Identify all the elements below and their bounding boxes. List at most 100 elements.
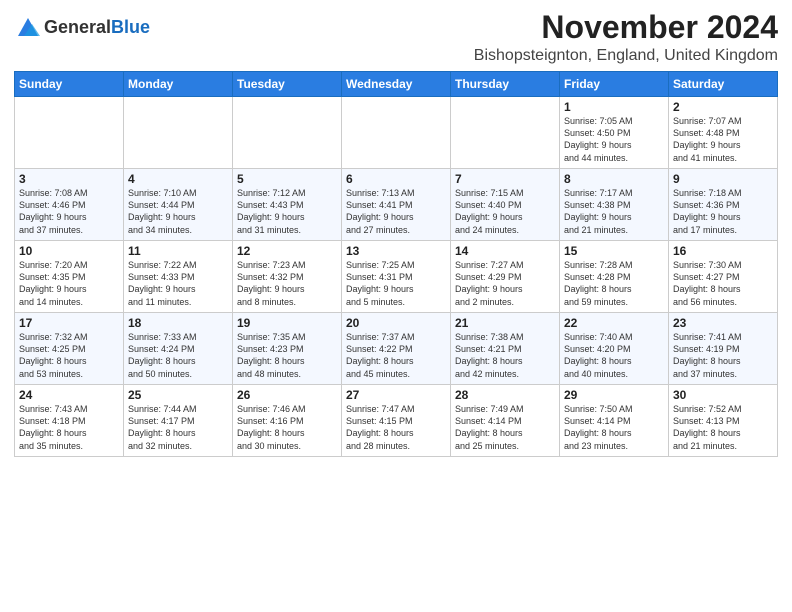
day-info: Sunrise: 7:20 AM Sunset: 4:35 PM Dayligh… [19, 259, 119, 308]
location-title: Bishopsteignton, England, United Kingdom [474, 47, 778, 65]
day-info: Sunrise: 7:25 AM Sunset: 4:31 PM Dayligh… [346, 259, 446, 308]
table-row: 2Sunrise: 7:07 AM Sunset: 4:48 PM Daylig… [669, 97, 778, 169]
day-info: Sunrise: 7:12 AM Sunset: 4:43 PM Dayligh… [237, 187, 337, 236]
day-info: Sunrise: 7:46 AM Sunset: 4:16 PM Dayligh… [237, 403, 337, 452]
day-number: 1 [564, 100, 664, 114]
title-area: November 2024 Bishopsteignton, England, … [474, 10, 778, 65]
table-row: 17Sunrise: 7:32 AM Sunset: 4:25 PM Dayli… [15, 313, 124, 385]
day-info: Sunrise: 7:47 AM Sunset: 4:15 PM Dayligh… [346, 403, 446, 452]
day-info: Sunrise: 7:50 AM Sunset: 4:14 PM Dayligh… [564, 403, 664, 452]
day-number: 19 [237, 316, 337, 330]
calendar-week-row: 1Sunrise: 7:05 AM Sunset: 4:50 PM Daylig… [15, 97, 778, 169]
day-number: 15 [564, 244, 664, 258]
table-row: 3Sunrise: 7:08 AM Sunset: 4:46 PM Daylig… [15, 169, 124, 241]
table-row [124, 97, 233, 169]
day-number: 16 [673, 244, 773, 258]
day-info: Sunrise: 7:13 AM Sunset: 4:41 PM Dayligh… [346, 187, 446, 236]
table-row: 20Sunrise: 7:37 AM Sunset: 4:22 PM Dayli… [342, 313, 451, 385]
day-info: Sunrise: 7:28 AM Sunset: 4:28 PM Dayligh… [564, 259, 664, 308]
day-number: 6 [346, 172, 446, 186]
table-row: 1Sunrise: 7:05 AM Sunset: 4:50 PM Daylig… [560, 97, 669, 169]
day-number: 3 [19, 172, 119, 186]
day-info: Sunrise: 7:49 AM Sunset: 4:14 PM Dayligh… [455, 403, 555, 452]
day-number: 7 [455, 172, 555, 186]
day-number: 26 [237, 388, 337, 402]
header-monday: Monday [124, 72, 233, 97]
header-sunday: Sunday [15, 72, 124, 97]
table-row: 24Sunrise: 7:43 AM Sunset: 4:18 PM Dayli… [15, 385, 124, 457]
day-info: Sunrise: 7:32 AM Sunset: 4:25 PM Dayligh… [19, 331, 119, 380]
logo-text: GeneralBlue [44, 18, 150, 38]
table-row: 6Sunrise: 7:13 AM Sunset: 4:41 PM Daylig… [342, 169, 451, 241]
table-row: 13Sunrise: 7:25 AM Sunset: 4:31 PM Dayli… [342, 241, 451, 313]
header-friday: Friday [560, 72, 669, 97]
day-number: 9 [673, 172, 773, 186]
table-row: 19Sunrise: 7:35 AM Sunset: 4:23 PM Dayli… [233, 313, 342, 385]
header-row: GeneralBlue November 2024 Bishopsteignto… [14, 10, 778, 65]
table-row: 14Sunrise: 7:27 AM Sunset: 4:29 PM Dayli… [451, 241, 560, 313]
table-row: 8Sunrise: 7:17 AM Sunset: 4:38 PM Daylig… [560, 169, 669, 241]
calendar-table: Sunday Monday Tuesday Wednesday Thursday… [14, 71, 778, 457]
day-number: 14 [455, 244, 555, 258]
day-number: 5 [237, 172, 337, 186]
day-number: 10 [19, 244, 119, 258]
day-info: Sunrise: 7:43 AM Sunset: 4:18 PM Dayligh… [19, 403, 119, 452]
table-row [342, 97, 451, 169]
table-row [15, 97, 124, 169]
table-row: 22Sunrise: 7:40 AM Sunset: 4:20 PM Dayli… [560, 313, 669, 385]
logo-icon [14, 14, 42, 42]
table-row: 27Sunrise: 7:47 AM Sunset: 4:15 PM Dayli… [342, 385, 451, 457]
page-container: GeneralBlue November 2024 Bishopsteignto… [0, 0, 792, 463]
day-info: Sunrise: 7:18 AM Sunset: 4:36 PM Dayligh… [673, 187, 773, 236]
day-number: 24 [19, 388, 119, 402]
logo-general: General [44, 17, 111, 37]
logo-blue: Blue [111, 17, 150, 37]
calendar-week-row: 10Sunrise: 7:20 AM Sunset: 4:35 PM Dayli… [15, 241, 778, 313]
table-row [233, 97, 342, 169]
table-row: 30Sunrise: 7:52 AM Sunset: 4:13 PM Dayli… [669, 385, 778, 457]
day-number: 2 [673, 100, 773, 114]
day-info: Sunrise: 7:33 AM Sunset: 4:24 PM Dayligh… [128, 331, 228, 380]
header-thursday: Thursday [451, 72, 560, 97]
table-row: 23Sunrise: 7:41 AM Sunset: 4:19 PM Dayli… [669, 313, 778, 385]
day-number: 28 [455, 388, 555, 402]
day-info: Sunrise: 7:38 AM Sunset: 4:21 PM Dayligh… [455, 331, 555, 380]
day-number: 29 [564, 388, 664, 402]
day-number: 25 [128, 388, 228, 402]
day-number: 18 [128, 316, 228, 330]
table-row: 15Sunrise: 7:28 AM Sunset: 4:28 PM Dayli… [560, 241, 669, 313]
table-row: 9Sunrise: 7:18 AM Sunset: 4:36 PM Daylig… [669, 169, 778, 241]
day-number: 30 [673, 388, 773, 402]
table-row: 18Sunrise: 7:33 AM Sunset: 4:24 PM Dayli… [124, 313, 233, 385]
day-number: 20 [346, 316, 446, 330]
table-row: 21Sunrise: 7:38 AM Sunset: 4:21 PM Dayli… [451, 313, 560, 385]
table-row: 10Sunrise: 7:20 AM Sunset: 4:35 PM Dayli… [15, 241, 124, 313]
day-number: 12 [237, 244, 337, 258]
month-title: November 2024 [474, 10, 778, 45]
day-info: Sunrise: 7:35 AM Sunset: 4:23 PM Dayligh… [237, 331, 337, 380]
table-row: 7Sunrise: 7:15 AM Sunset: 4:40 PM Daylig… [451, 169, 560, 241]
day-info: Sunrise: 7:17 AM Sunset: 4:38 PM Dayligh… [564, 187, 664, 236]
header-wednesday: Wednesday [342, 72, 451, 97]
table-row: 11Sunrise: 7:22 AM Sunset: 4:33 PM Dayli… [124, 241, 233, 313]
table-row: 4Sunrise: 7:10 AM Sunset: 4:44 PM Daylig… [124, 169, 233, 241]
table-row: 29Sunrise: 7:50 AM Sunset: 4:14 PM Dayli… [560, 385, 669, 457]
table-row [451, 97, 560, 169]
day-info: Sunrise: 7:30 AM Sunset: 4:27 PM Dayligh… [673, 259, 773, 308]
header-tuesday: Tuesday [233, 72, 342, 97]
day-number: 21 [455, 316, 555, 330]
day-info: Sunrise: 7:37 AM Sunset: 4:22 PM Dayligh… [346, 331, 446, 380]
logo-area: GeneralBlue [14, 14, 150, 42]
calendar-week-row: 17Sunrise: 7:32 AM Sunset: 4:25 PM Dayli… [15, 313, 778, 385]
day-number: 17 [19, 316, 119, 330]
table-row: 5Sunrise: 7:12 AM Sunset: 4:43 PM Daylig… [233, 169, 342, 241]
calendar-header-row: Sunday Monday Tuesday Wednesday Thursday… [15, 72, 778, 97]
day-info: Sunrise: 7:07 AM Sunset: 4:48 PM Dayligh… [673, 115, 773, 164]
day-number: 8 [564, 172, 664, 186]
day-info: Sunrise: 7:05 AM Sunset: 4:50 PM Dayligh… [564, 115, 664, 164]
day-info: Sunrise: 7:52 AM Sunset: 4:13 PM Dayligh… [673, 403, 773, 452]
day-number: 13 [346, 244, 446, 258]
header-saturday: Saturday [669, 72, 778, 97]
day-info: Sunrise: 7:40 AM Sunset: 4:20 PM Dayligh… [564, 331, 664, 380]
calendar-week-row: 24Sunrise: 7:43 AM Sunset: 4:18 PM Dayli… [15, 385, 778, 457]
